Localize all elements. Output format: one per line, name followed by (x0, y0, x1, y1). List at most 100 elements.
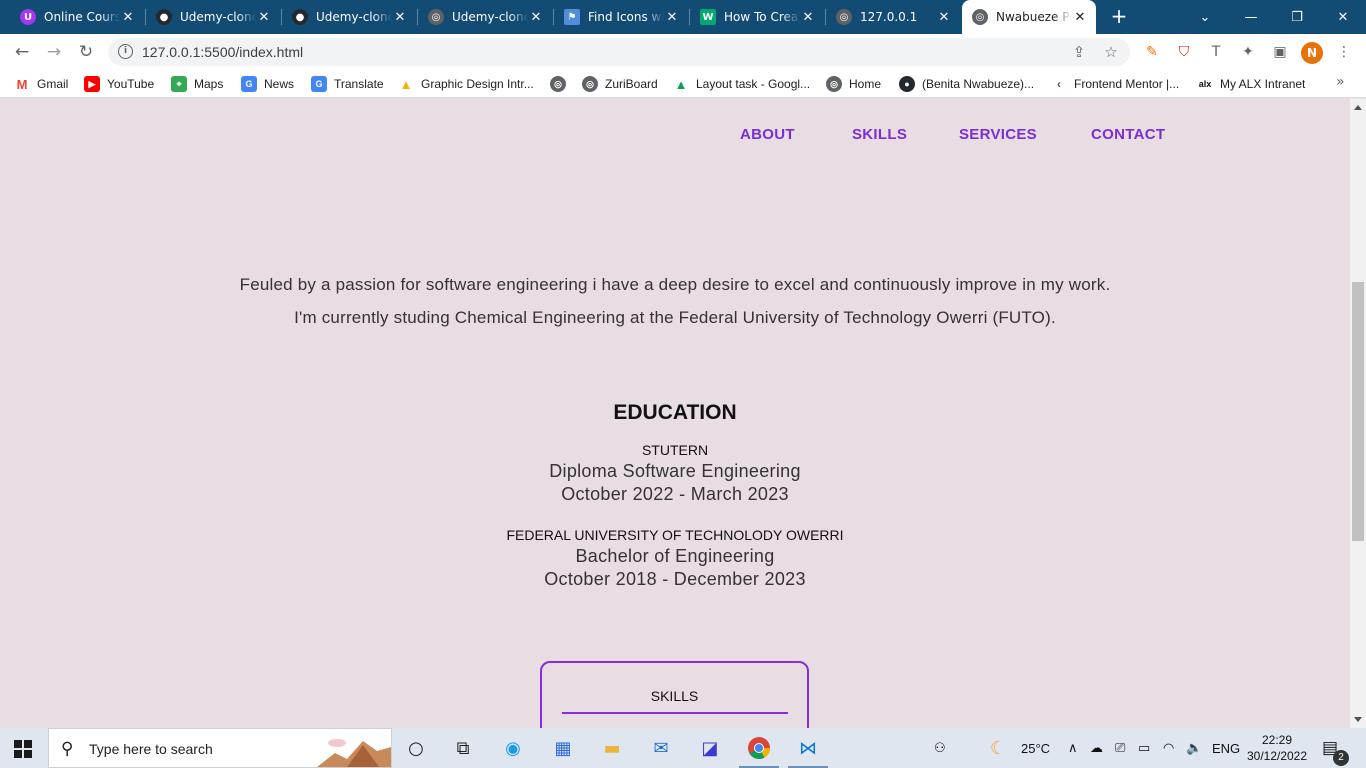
bookmark-star-icon[interactable]: ☆ (1102, 43, 1120, 61)
extensions-puzzle-icon[interactable]: ✦ (1238, 42, 1258, 62)
alx-icon: alx (1198, 79, 1212, 89)
scrollbar-thumb[interactable] (1352, 282, 1364, 541)
globe-icon: ◎ (582, 76, 598, 92)
gmail-icon: M (16, 76, 28, 92)
page-viewport: ABOUT SKILLS SERVICES CONTACT Feuled by … (0, 99, 1350, 728)
edge-browser-icon[interactable]: ◉ (498, 734, 528, 762)
reload-button[interactable]: ↻ (74, 41, 98, 63)
new-tab-button[interactable]: + (1108, 6, 1130, 28)
close-tab-icon[interactable]: ✕ (936, 10, 952, 25)
maps-icon: ⌖ (171, 76, 187, 92)
globe-icon: ◎ (836, 9, 852, 25)
share-icon[interactable]: ⇪ (1070, 43, 1088, 61)
weather-temperature[interactable]: 25°C (1021, 728, 1050, 768)
close-window-button[interactable]: ✕ (1320, 0, 1366, 34)
browser-tab-active[interactable]: ◎ Nwabueze Portfolio ✕ (962, 0, 1096, 34)
nav-link-services[interactable]: SERVICES (959, 126, 1037, 143)
nav-link-about[interactable]: ABOUT (740, 126, 795, 143)
bookmark-youtube[interactable]: ▶ YouTube (84, 75, 154, 93)
close-tab-icon[interactable]: ✕ (800, 10, 816, 25)
bookmark-frontend-mentor[interactable]: ‹ Frontend Mentor |... (1051, 75, 1179, 93)
microsoft-store-icon[interactable]: ▦ (548, 734, 578, 762)
back-button[interactable]: ← (10, 41, 34, 63)
github-icon: ● (292, 9, 308, 25)
search-icon: ⚲ (61, 739, 74, 759)
side-panel-icon[interactable]: ▣ (1270, 42, 1290, 62)
language-indicator[interactable]: ENG (1212, 728, 1240, 768)
bookmark-news[interactable]: G News (241, 75, 294, 93)
nav-link-contact[interactable]: CONTACT (1091, 126, 1165, 143)
browser-tab[interactable]: ◎ 127.0.0.1 ✕ (826, 4, 960, 30)
globe-icon: ◎ (826, 76, 842, 92)
show-hidden-icons-chevron-icon[interactable]: ∧ (1068, 728, 1078, 768)
education-degree: Bachelor of Engineering (575, 546, 775, 566)
profile-avatar[interactable]: N (1301, 42, 1323, 64)
minimize-button[interactable]: — (1228, 0, 1274, 34)
taskbar-search-box[interactable]: ⚲ Type here to search (48, 728, 392, 768)
nav-link-skills[interactable]: SKILLS (852, 126, 907, 143)
chrome-icon[interactable] (744, 734, 774, 762)
bookmark-maps[interactable]: ⌖ Maps (171, 75, 223, 93)
education-degree: Diploma Software Engineering (549, 461, 801, 481)
weather-moon-icon[interactable]: ☾ (990, 728, 1006, 768)
notification-count-badge: 2 (1333, 750, 1349, 766)
close-tab-icon[interactable]: ✕ (528, 10, 544, 25)
vscode-icon[interactable]: ⋈ (793, 734, 823, 762)
battery-icon[interactable]: ▭ (1138, 728, 1150, 768)
bookmark-github[interactable]: ● (Benita Nwabueze)... (899, 75, 1034, 93)
color-picker-extension-icon[interactable]: ✎ (1142, 42, 1162, 62)
w-icon: W (700, 9, 716, 25)
forward-button[interactable]: → (42, 41, 66, 63)
cortana-icon[interactable]: ○ (401, 734, 431, 762)
scroll-up-arrow-icon[interactable] (1354, 105, 1362, 110)
education-school: FEDERAL UNIVERSITY OF TECHNOLODY OWERRI (506, 527, 844, 543)
education-period: October 2018 - December 2023 (544, 569, 806, 589)
meet-now-icon[interactable]: ⎚ (1115, 728, 1125, 768)
close-tab-icon[interactable]: ✕ (256, 10, 272, 25)
more-bookmarks-chevron-icon[interactable]: » (1336, 74, 1345, 90)
bookmark-zuriboard[interactable]: ◎ ZuriBoard (582, 75, 658, 93)
system-clock[interactable]: 22:29 30/12/2022 (1240, 732, 1314, 764)
browser-menu-icon[interactable]: ⋮ (1334, 42, 1354, 62)
bookmark-home[interactable]: ◎ Home (826, 75, 881, 93)
people-icon[interactable]: ⚇ (934, 728, 946, 768)
site-info-icon[interactable]: i (118, 44, 133, 59)
bookmark-alx-intranet[interactable]: alx My ALX Intranet (1197, 75, 1306, 93)
notification-center[interactable]: ▤ 2 (1322, 728, 1349, 768)
search-highlight-illustration-icon (317, 739, 391, 767)
browser-tab[interactable]: ◎ Udemy-clone ✕ (418, 4, 552, 30)
text-extension-icon[interactable]: T (1206, 42, 1226, 62)
close-tab-icon[interactable]: ✕ (120, 10, 136, 25)
browser-tab[interactable]: ● Udemy-clone ✕ (282, 4, 416, 30)
bookmark-gmail[interactable]: M Gmail (14, 75, 69, 93)
youtube-icon: ▶ (84, 76, 100, 92)
graphic-design-icon: ▲ (399, 76, 413, 92)
onedrive-cloud-icon[interactable]: ☁ (1090, 728, 1103, 768)
flag-icon: ⚑ (564, 9, 580, 25)
page-scrollbar[interactable] (1350, 99, 1366, 728)
close-tab-icon[interactable]: ✕ (392, 10, 408, 25)
wifi-icon[interactable]: ◠ (1163, 728, 1174, 768)
address-bar[interactable]: i 127.0.0.1:5500/index.html ⇪ ☆ (108, 38, 1130, 66)
github-icon: ● (899, 76, 915, 92)
browser-tab[interactable]: ⚑ Find Icons with ✕ (554, 4, 688, 30)
close-tab-icon[interactable]: ✕ (1072, 10, 1088, 25)
scroll-down-arrow-icon[interactable] (1354, 717, 1362, 722)
tab-search-button[interactable]: ⌄ (1182, 0, 1228, 34)
bookmark-translate[interactable]: G Translate (311, 75, 384, 93)
browser-tab[interactable]: ● Udemy-clone ✕ (146, 4, 280, 30)
bookmark-globe[interactable]: ◎ (550, 75, 573, 93)
windows-start-icon[interactable] (14, 740, 32, 758)
volume-icon[interactable]: 🔈 (1186, 728, 1202, 768)
maximize-button[interactable]: ❐ (1274, 0, 1320, 34)
browser-tab[interactable]: W How To Create ✕ (690, 4, 824, 30)
bookmark-layout-task[interactable]: ▲ Layout task - Googl... (673, 75, 811, 93)
ublock-extension-icon[interactable]: ⛉ (1174, 42, 1194, 62)
task-view-icon[interactable]: ⧉ (448, 734, 478, 762)
file-explorer-icon[interactable]: ▬ (597, 734, 627, 762)
browser-tab[interactable]: U Online Courses ✕ (10, 4, 144, 30)
bookmark-graphic-design[interactable]: ▲ Graphic Design Intr... (398, 75, 534, 93)
close-tab-icon[interactable]: ✕ (664, 10, 680, 25)
app-icon[interactable]: ◪ (695, 734, 725, 762)
mail-icon[interactable]: ✉ (646, 734, 676, 762)
